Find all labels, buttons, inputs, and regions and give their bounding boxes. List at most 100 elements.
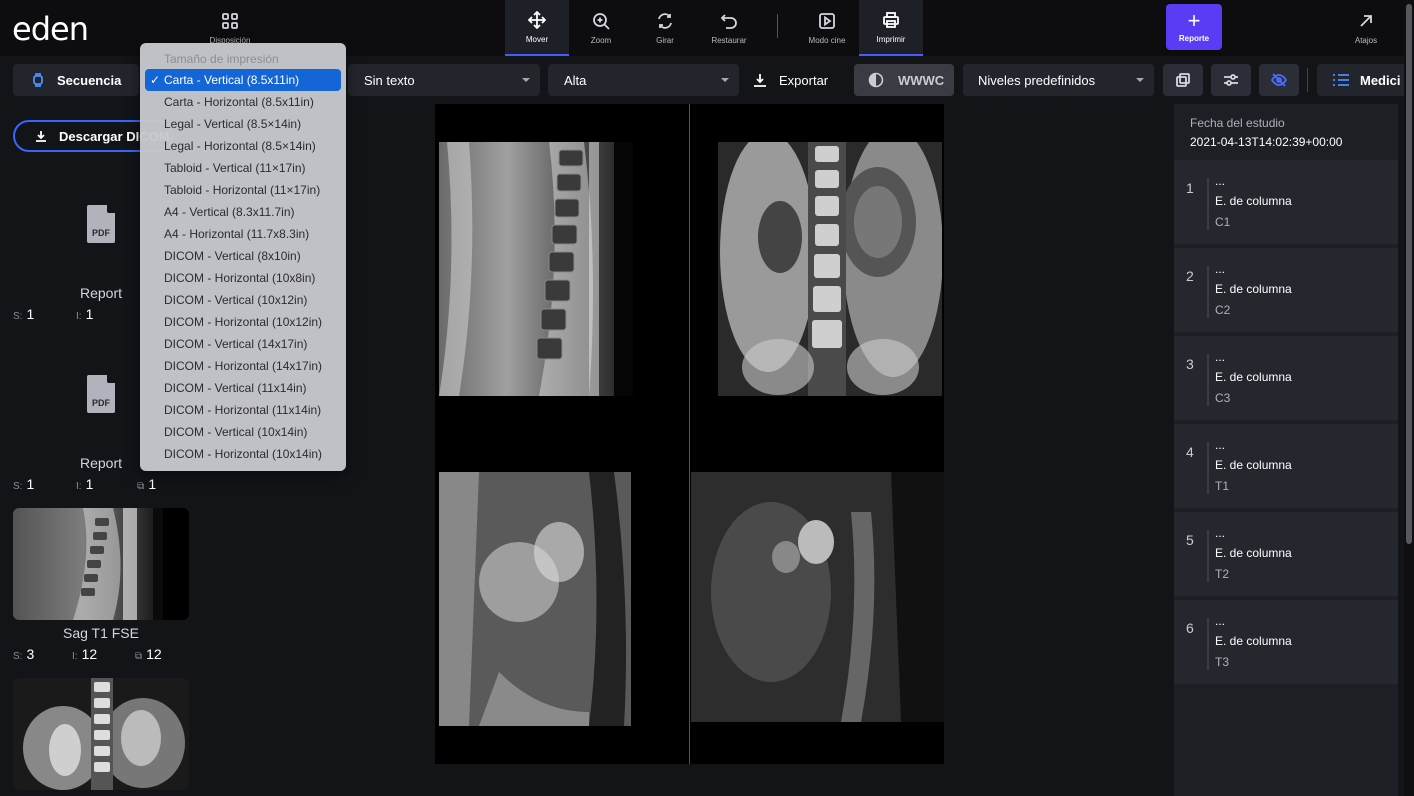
move-button[interactable]: Mover: [505, 0, 569, 56]
print-label: Imprimir: [876, 34, 906, 44]
rotate-icon: [658, 12, 672, 29]
sliders-icon: [1224, 74, 1238, 86]
report-label: Reporte: [1178, 33, 1210, 43]
shortcuts-label: Atajos: [1354, 35, 1378, 45]
measurement-item[interactable]: 1 ... E. de columna C1: [1174, 160, 1398, 244]
series-thumbnail[interactable]: [13, 678, 189, 790]
menu-item-print-size[interactable]: Legal - Horizontal (8.5×14in): [145, 135, 341, 157]
series-label[interactable]: Sag T1 FSE: [13, 625, 189, 641]
quality-value: Alta: [564, 72, 587, 88]
contrast-icon: [868, 72, 884, 88]
pdf-icon[interactable]: PDF: [87, 375, 115, 413]
adjust-button[interactable]: [1211, 64, 1251, 96]
menu-item-print-size[interactable]: A4 - Horizontal (11.7x8.3in): [145, 223, 341, 245]
copies-icon: ⧉: [137, 481, 145, 492]
measurements-label: Medici: [1360, 72, 1401, 88]
series-thumbnail[interactable]: [13, 508, 189, 620]
reset-button[interactable]: Restaurar: [697, 0, 761, 56]
play-icon: [819, 12, 835, 29]
watch-icon: [33, 73, 43, 87]
hide-overlay-button[interactable]: [1259, 64, 1299, 96]
menu-item-print-size[interactable]: DICOM - Vertical (14x17in): [145, 333, 341, 355]
wwwc-label: WWWC: [898, 72, 945, 88]
text-mode-value: Sin texto: [364, 72, 415, 88]
measurement-item[interactable]: 4 ... E. de columna T1: [1174, 424, 1398, 508]
viewport-sagittal-stir[interactable]: [691, 472, 944, 722]
stack-button[interactable]: [1163, 64, 1203, 96]
menu-item-print-size[interactable]: Carta - Vertical (8.5x11in): [145, 69, 341, 91]
app-window: eden Disposición Mover Zoom Girar Restau…: [0, 0, 1414, 796]
viewport-coronal-t2[interactable]: [718, 142, 942, 396]
series-stats: S: 1 I: 1 ⧉ 1: [13, 476, 157, 492]
cine-mode-button[interactable]: Modo cine: [795, 0, 859, 56]
menu-item-print-size[interactable]: Tabloid - Horizontal (11×17in): [145, 179, 341, 201]
menu-item-print-size[interactable]: DICOM - Vertical (8x10in): [145, 245, 341, 267]
text-mode-select[interactable]: Sin texto: [348, 64, 540, 96]
mri-image: [718, 142, 942, 396]
measurement-item[interactable]: 6 ... E. de columna T3: [1174, 600, 1398, 684]
reset-label: Restaurar: [711, 35, 747, 45]
measurement-item[interactable]: 5 ... E. de columna T2: [1174, 512, 1398, 596]
zoom-button[interactable]: Zoom: [569, 0, 633, 56]
export-button[interactable]: Exportar: [744, 64, 846, 96]
menu-item-print-size[interactable]: DICOM - Horizontal (10x14in): [145, 443, 341, 465]
export-label: Exportar: [779, 72, 829, 88]
zoom-label: Zoom: [590, 35, 612, 45]
presets-select[interactable]: Niveles predefinidos: [963, 64, 1154, 96]
menu-header: Tamaño de impresión: [164, 52, 279, 66]
menu-item-print-size[interactable]: DICOM - Horizontal (10x8in): [145, 267, 341, 289]
viewport-divider: [689, 104, 690, 764]
list-icon: [1333, 74, 1349, 86]
pdf-icon[interactable]: PDF: [87, 205, 115, 243]
move-label: Mover: [525, 34, 549, 44]
print-button[interactable]: Imprimir: [859, 0, 923, 56]
download-icon: [36, 131, 46, 142]
quality-select[interactable]: Alta: [548, 64, 739, 96]
menu-item-print-size[interactable]: Carta - Horizontal (8.5x11in): [145, 91, 341, 113]
menu-item-print-size[interactable]: DICOM - Vertical (10x12in): [145, 289, 341, 311]
menu-item-print-size[interactable]: DICOM - Horizontal (11x14in): [145, 399, 341, 421]
menu-item-print-size[interactable]: DICOM - Horizontal (10x12in): [145, 311, 341, 333]
plus-icon: +: [1187, 7, 1201, 33]
rotate-button[interactable]: Girar: [633, 0, 697, 56]
menu-item-print-size[interactable]: Tabloid - Vertical (11×17in): [145, 157, 341, 179]
toolbar-divider: [1307, 68, 1308, 92]
mri-image: [439, 142, 633, 396]
presets-value: Niveles predefinidos: [978, 72, 1096, 88]
sequence-button[interactable]: Secuencia: [13, 64, 139, 96]
cine-mode-label: Modo cine: [808, 35, 846, 45]
shortcuts-button[interactable]: Atajos: [1334, 0, 1398, 56]
printer-icon: [883, 11, 899, 28]
page-scrollbar[interactable]: [1404, 0, 1414, 796]
mri-coronal-thumbnail: [13, 678, 189, 790]
menu-item-print-size[interactable]: DICOM - Vertical (11x14in): [145, 377, 341, 399]
mri-image: [691, 472, 944, 722]
menu-item-print-size[interactable]: DICOM - Vertical (10x14in): [145, 421, 341, 443]
measurement-item[interactable]: 3 ... E. de columna C3: [1174, 336, 1398, 420]
stack-icon: [1176, 73, 1190, 87]
series-stats: S: 3 I: 12 ⧉ 12: [13, 646, 162, 662]
measurement-item[interactable]: 2 ... E. de columna C2: [1174, 248, 1398, 332]
wwwc-button[interactable]: WWWC: [854, 64, 954, 96]
chevron-down-icon: [721, 78, 729, 82]
menu-item-print-size[interactable]: DICOM - Horizontal (14x17in): [145, 355, 341, 377]
copies-icon: ⧉: [134, 651, 143, 662]
rotate-label: Girar: [656, 35, 674, 45]
download-icon: [754, 74, 766, 87]
eye-off-icon: [1271, 73, 1287, 87]
viewport-sagittal-t2[interactable]: [439, 142, 633, 396]
grid-icon: [222, 12, 238, 29]
image-viewer[interactable]: [435, 104, 944, 764]
mri-sagittal-thumbnail: [13, 508, 189, 620]
study-date-value: 2021-04-13T14:02:39+00:00: [1190, 135, 1343, 149]
chevron-down-icon: [522, 78, 530, 82]
arrow-up-right-icon: [1360, 14, 1372, 27]
report-button[interactable]: + Reporte: [1166, 4, 1222, 50]
scrollbar-thumb[interactable]: [1406, 4, 1412, 544]
menu-item-print-size[interactable]: A4 - Vertical (8.3x11.7in): [145, 201, 341, 223]
undo-icon: [720, 13, 737, 29]
viewport-sagittal-t1[interactable]: [439, 472, 631, 726]
measurements-button[interactable]: Medici: [1317, 64, 1414, 96]
menu-item-print-size[interactable]: Legal - Vertical (8.5×14in): [145, 113, 341, 135]
study-date-label: Fecha del estudio: [1190, 116, 1285, 130]
